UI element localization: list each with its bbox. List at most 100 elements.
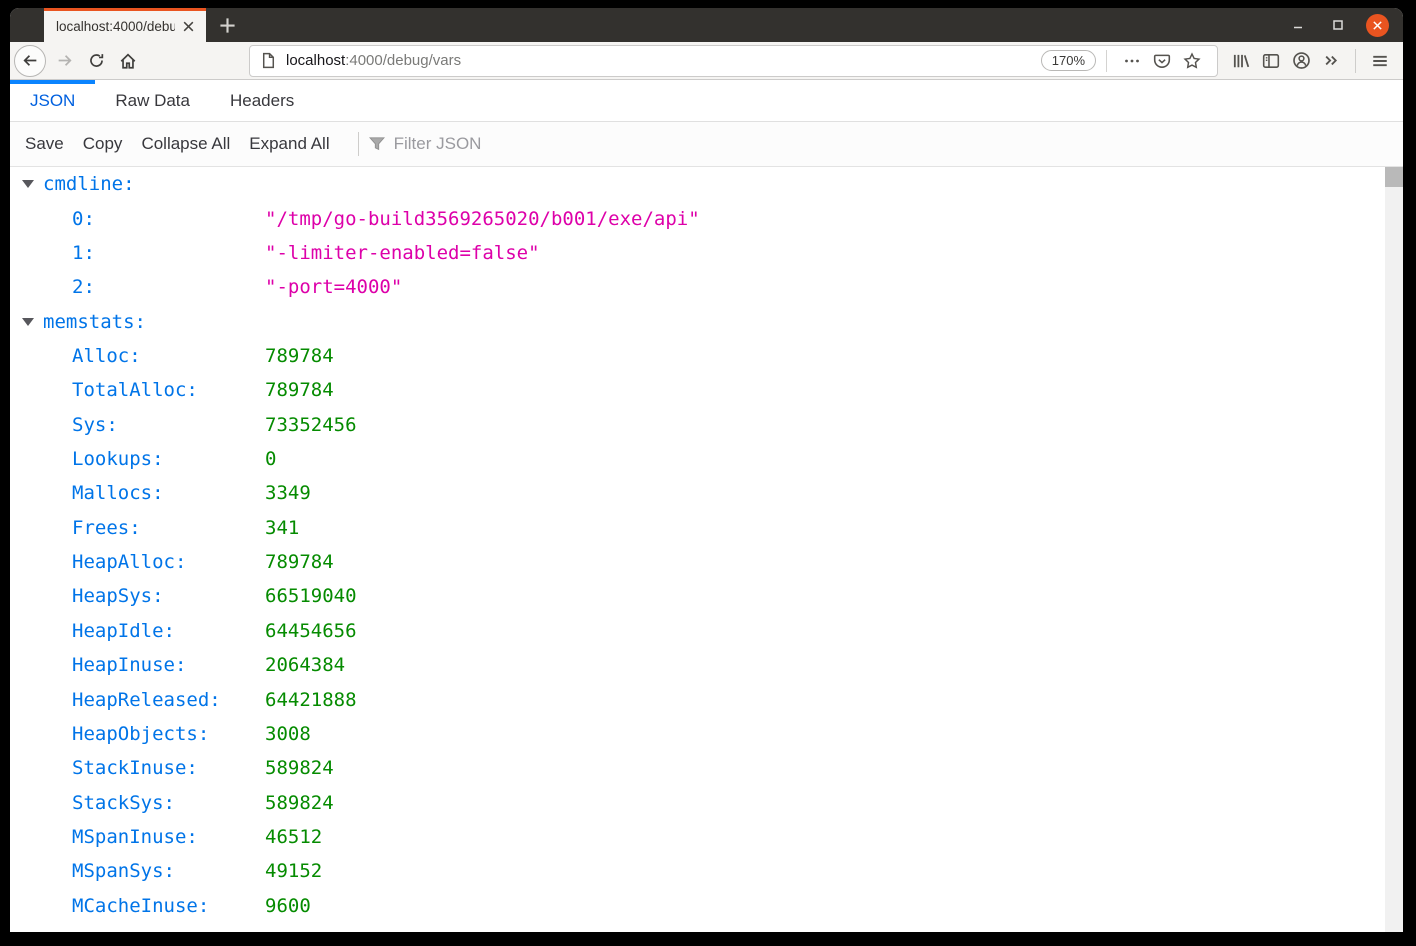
json-value: 73352456	[265, 413, 357, 436]
json-key: 0:	[72, 207, 95, 230]
close-button[interactable]	[1366, 13, 1389, 37]
library-icon[interactable]	[1226, 46, 1256, 76]
zoom-level-badge[interactable]: 170%	[1040, 50, 1096, 71]
json-key: TotalAlloc:	[72, 379, 198, 402]
json-row: TotalAlloc: 789784	[10, 373, 1403, 407]
json-value: 589824	[265, 791, 334, 814]
forward-button[interactable]	[48, 45, 80, 77]
navigation-toolbar: localhost:4000/debug/vars 170%	[10, 42, 1403, 80]
filter-box	[368, 134, 594, 154]
json-key: 2:	[72, 276, 95, 299]
json-value: 3349	[265, 482, 311, 505]
json-row: cmdline:	[10, 167, 1403, 201]
json-row: Mallocs: 3349	[10, 476, 1403, 510]
json-row: HeapSys: 66519040	[10, 579, 1403, 613]
json-value: 789784	[265, 344, 334, 367]
maximize-button[interactable]	[1326, 13, 1350, 37]
account-icon[interactable]	[1286, 46, 1316, 76]
tab-headers[interactable]: Headers	[210, 80, 314, 121]
bookmark-star-icon[interactable]	[1177, 46, 1207, 76]
filter-json-input[interactable]	[393, 134, 594, 154]
tab-json[interactable]: JSON	[10, 80, 96, 121]
json-row: memstats:	[10, 304, 1403, 338]
minimize-button[interactable]	[1286, 13, 1310, 37]
json-value: 66519040	[265, 585, 357, 608]
sidebar-icon[interactable]	[1256, 46, 1286, 76]
reload-button[interactable]	[80, 45, 112, 77]
back-button[interactable]	[14, 44, 46, 77]
json-value: 589824	[265, 757, 334, 780]
json-value: "/tmp/go-build3569265020/b001/exe/api"	[265, 207, 700, 230]
json-row: Sys: 73352456	[10, 408, 1403, 442]
json-value: 16384	[265, 929, 322, 932]
navbar-separator	[1355, 48, 1356, 73]
json-value: 9600	[265, 894, 311, 917]
json-viewer-tabs: JSON Raw Data Headers	[10, 80, 1403, 122]
json-row: StackInuse: 589824	[10, 751, 1403, 785]
tab-raw-data[interactable]: Raw Data	[95, 80, 210, 121]
plus-icon	[219, 17, 236, 34]
home-button[interactable]	[112, 45, 144, 77]
json-key: StackInuse:	[72, 757, 198, 780]
json-key: MSpanInuse:	[72, 826, 198, 848]
json-row: MCacheSys:16384	[10, 923, 1403, 932]
pocket-icon[interactable]	[1147, 46, 1177, 76]
menu-hamburger-icon[interactable]	[1365, 46, 1395, 76]
json-row: StackSys: 589824	[10, 785, 1403, 819]
json-value: 64421888	[265, 688, 357, 711]
scrollbar[interactable]	[1385, 167, 1403, 932]
window-controls	[1286, 8, 1403, 42]
json-toolbar: Save Copy Collapse All Expand All	[10, 122, 1403, 167]
expand-all-button[interactable]: Expand All	[249, 134, 329, 154]
json-key: HeapReleased:	[72, 688, 221, 711]
scrollbar-thumb[interactable]	[1385, 167, 1403, 187]
json-row: HeapAlloc: 789784	[10, 545, 1403, 579]
url-host: localhost	[286, 52, 346, 69]
json-value: 0	[265, 448, 277, 471]
json-row: Lookups: 0	[10, 442, 1403, 476]
json-value: 49152	[265, 860, 323, 883]
json-row: HeapReleased: 64421888	[10, 682, 1403, 716]
json-tree-panel: cmdline: 0: "/tmp/go-build3569265020/b001/…	[10, 167, 1403, 932]
url-bar[interactable]: localhost:4000/debug/vars 170%	[249, 44, 1218, 77]
json-key: HeapAlloc:	[72, 551, 187, 574]
json-value: 789784	[265, 379, 334, 402]
json-key: Mallocs:	[72, 482, 164, 505]
json-key: MSpanSys:	[72, 860, 175, 883]
json-rows: cmdline: 0: "/tmp/go-build3569265020/b001/…	[10, 167, 1403, 932]
json-row: 1: "-limiter-enabled=false"	[10, 236, 1403, 270]
json-row: MSpanSys: 49152	[10, 854, 1403, 888]
collapse-all-button[interactable]: Collapse All	[141, 134, 230, 154]
toolbar-separator	[357, 132, 359, 156]
tab-close-icon[interactable]	[179, 18, 197, 36]
filter-funnel-icon	[368, 135, 386, 153]
save-button[interactable]: Save	[25, 134, 64, 154]
json-key: HeapIdle:	[72, 619, 175, 642]
json-value: "-port=4000"	[265, 276, 403, 299]
twisty-collapse-icon[interactable]	[22, 180, 34, 189]
json-row: Alloc: 789784	[10, 339, 1403, 373]
browser-tab[interactable]: localhost:4000/debug/vars	[44, 8, 206, 42]
urlbar-separator	[1106, 49, 1107, 72]
json-row: MSpanInuse: 46512	[10, 820, 1403, 854]
json-row: 2: "-port=4000"	[10, 270, 1403, 304]
tab-title: localhost:4000/debug/vars	[56, 19, 175, 34]
json-key: StackSys:	[72, 791, 175, 814]
json-key: MCacheInuse:	[72, 894, 210, 917]
json-key: cmdline:	[43, 173, 135, 196]
json-value: "-limiter-enabled=false"	[265, 241, 540, 264]
overflow-chevrons-icon[interactable]	[1316, 46, 1346, 76]
browser-window: localhost:4000/debug/vars	[10, 8, 1403, 932]
url-path: :4000/debug/vars	[345, 52, 462, 69]
new-tab-button[interactable]	[206, 8, 248, 42]
json-key: Alloc:	[72, 344, 141, 367]
json-row: MCacheInuse: 9600	[10, 889, 1403, 923]
copy-button[interactable]: Copy	[83, 134, 123, 154]
json-row: HeapIdle: 64454656	[10, 614, 1403, 648]
json-key: MCacheSys:	[72, 929, 265, 932]
page-icon	[260, 52, 277, 69]
twisty-collapse-icon[interactable]	[22, 317, 34, 326]
page-actions-icon[interactable]	[1117, 46, 1147, 76]
json-value: 341	[265, 516, 300, 539]
json-key: Frees:	[72, 516, 141, 539]
